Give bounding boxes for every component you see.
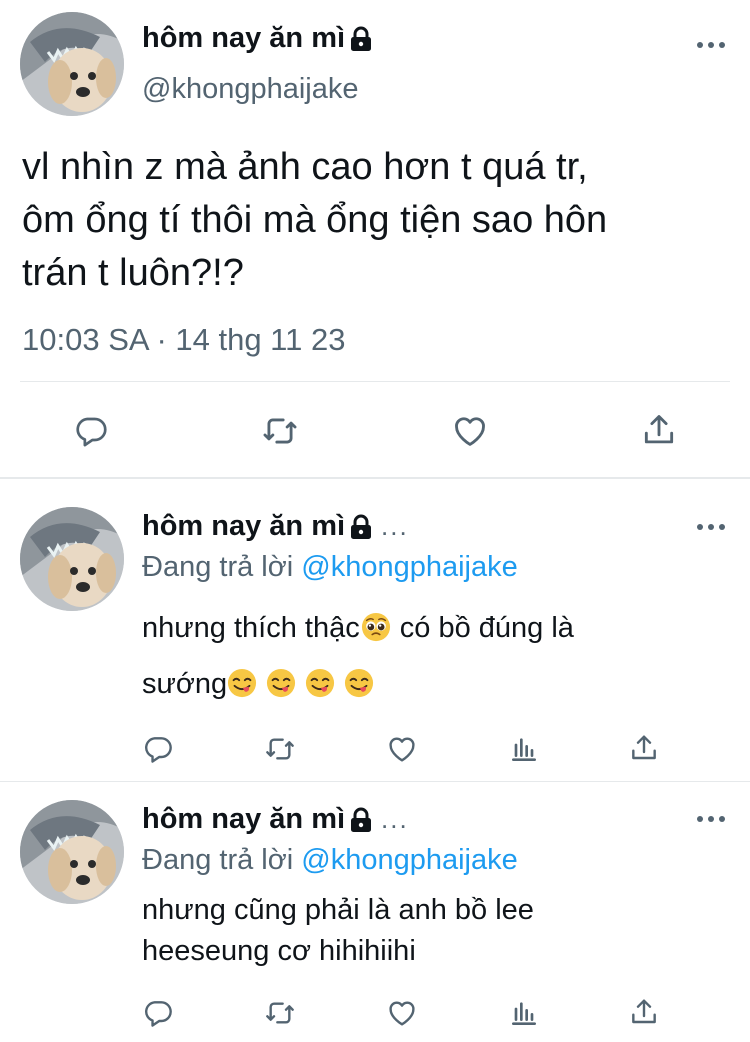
more-options-icon[interactable] bbox=[696, 40, 726, 50]
handle[interactable]: @khongphaijake bbox=[142, 73, 358, 106]
yum-face-emoji bbox=[305, 668, 335, 698]
reply-text-line: sướng bbox=[142, 660, 732, 709]
retweet-icon[interactable] bbox=[262, 997, 298, 1029]
reply-text-line: heeseung cơ hihihiihi bbox=[142, 935, 416, 967]
replying-to: Đang trả lời @khongphaijake bbox=[142, 844, 518, 876]
timestamp[interactable]: 10:03 SA · 14 thg 11 23 bbox=[22, 322, 345, 358]
divider bbox=[0, 477, 750, 479]
mention-link[interactable]: @khongphaijake bbox=[301, 844, 517, 876]
divider bbox=[20, 381, 730, 382]
reply-icon[interactable] bbox=[142, 997, 174, 1029]
tweet-text-line: vl nhìn z mà ảnh cao hơn t quá tr, bbox=[22, 146, 588, 188]
views-icon[interactable] bbox=[508, 997, 540, 1029]
truncation-ellipsis: ... bbox=[381, 804, 409, 834]
replying-to: Đang trả lời @khongphaijake bbox=[142, 551, 518, 583]
more-options-icon[interactable] bbox=[696, 814, 726, 824]
like-icon[interactable] bbox=[385, 997, 419, 1029]
reply-text-line: nhưng thích thậc có bồ đúng là bbox=[142, 612, 574, 644]
mention-link[interactable]: @khongphaijake bbox=[301, 551, 517, 583]
truncation-ellipsis: ... bbox=[381, 511, 409, 541]
divider bbox=[0, 781, 750, 782]
yum-face-emoji bbox=[266, 668, 296, 698]
reply-icon[interactable] bbox=[142, 733, 174, 765]
yum-face-emoji bbox=[344, 668, 374, 698]
avatar[interactable] bbox=[20, 800, 124, 904]
avatar[interactable] bbox=[20, 507, 124, 611]
views-icon[interactable] bbox=[508, 733, 540, 765]
like-icon[interactable] bbox=[450, 412, 490, 450]
display-name[interactable]: hôm nay ăn mì ... bbox=[142, 803, 409, 836]
share-icon[interactable] bbox=[628, 732, 660, 764]
display-name[interactable]: hôm nay ăn mì ... bbox=[142, 510, 409, 543]
share-icon[interactable] bbox=[628, 996, 660, 1028]
tweet-text-line: trán t luôn?!? bbox=[22, 252, 244, 294]
lock-icon bbox=[349, 807, 373, 833]
like-icon[interactable] bbox=[385, 733, 419, 765]
tweet-text: vl nhìn z mà ảnh cao hơn t quá tr, ôm ổn… bbox=[22, 141, 742, 300]
pleading-face-emoji bbox=[361, 612, 391, 642]
reply-text: nhưng cũng phải là anh bồ lee heeseung c… bbox=[142, 890, 732, 972]
share-icon[interactable] bbox=[640, 411, 678, 449]
reply-icon[interactable] bbox=[72, 413, 110, 449]
reply-text-line: nhưng cũng phải là anh bồ lee bbox=[142, 894, 534, 926]
lock-icon bbox=[349, 514, 373, 540]
yum-face-emoji bbox=[227, 668, 257, 698]
avatar[interactable] bbox=[20, 12, 124, 116]
tweet-text-line: ôm ổng tí thôi mà ổng tiện sao hôn bbox=[22, 199, 608, 241]
retweet-icon[interactable] bbox=[262, 733, 298, 765]
more-options-icon[interactable] bbox=[696, 522, 726, 532]
display-name[interactable]: hôm nay ăn mì bbox=[142, 22, 373, 55]
lock-icon bbox=[349, 26, 373, 52]
reply-text: nhưng thích thậc có bồ đúng là sướng bbox=[142, 604, 732, 709]
retweet-icon[interactable] bbox=[259, 412, 301, 450]
